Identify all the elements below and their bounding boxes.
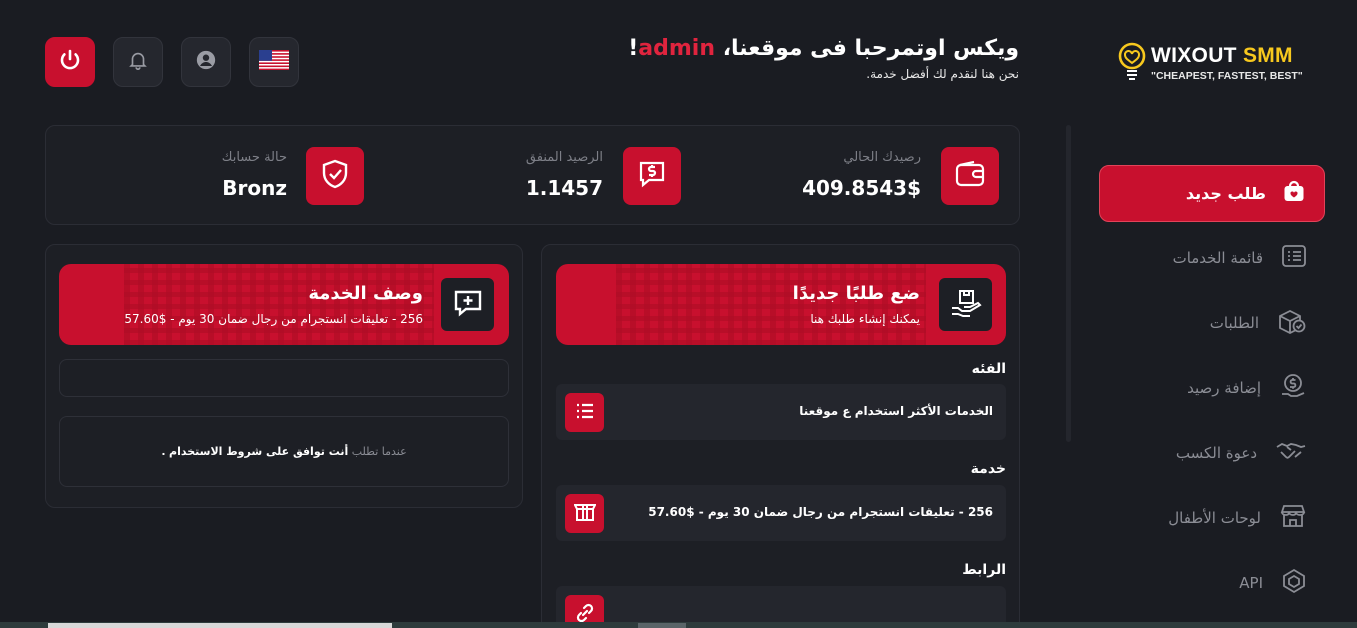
api-icon [1281, 568, 1307, 598]
sidebar-item-child-panels[interactable]: لوحات الأطفال [1168, 503, 1307, 533]
sidebar-item-orders[interactable]: الطلبات [1210, 308, 1307, 338]
balance-stat-icon [941, 147, 999, 205]
service-icon-box [565, 494, 604, 533]
sidebar-item-label: لوحات الأطفال [1168, 509, 1261, 527]
sidebar-item-label: دعوة الكسب [1175, 444, 1257, 462]
service-value: 256 - تعليقات انستجرام من رجال ضمان 30 ي… [648, 505, 993, 519]
terms-prefix: عندما تطلب [351, 445, 407, 458]
handshake-icon [1275, 439, 1307, 467]
user-icon [195, 49, 217, 75]
bell-icon [127, 49, 149, 75]
logo-name-part1: WIXOUT [1151, 44, 1237, 67]
greeting-prefix: ويكس اوتمرحبا فى موقعنا، [722, 36, 1019, 61]
account-stats-card: رصيدك الحالي 409.8543$ الرصيد المنفق 1.1… [45, 125, 1020, 225]
sidebar-item-services[interactable]: قائمة الخدمات [1173, 243, 1307, 273]
sidebar-item-label: إضافة رصيد [1187, 379, 1261, 397]
service-select[interactable]: 256 - تعليقات انستجرام من رجال ضمان 30 ي… [556, 485, 1006, 541]
new-order-banner: ضع طلبًا جديدًا يمكنك إنشاء طلبك هنا [556, 264, 1006, 345]
logout-button[interactable] [45, 37, 95, 87]
link-label: الرابط [962, 562, 1006, 578]
spent-value: 1.1457 [525, 176, 603, 200]
category-label: الفئه [971, 361, 1006, 377]
sidebar-item-label: طلب جديد [1185, 184, 1266, 203]
sidebar-item-referral[interactable]: دعوة الكسب [1176, 438, 1307, 468]
sidebar-item-label: API [1239, 574, 1263, 592]
spent-label: الرصيد المنفق [525, 150, 603, 165]
terms-link[interactable]: أنت توافق على شروط الاستخدام [169, 445, 348, 458]
shield-check-icon [320, 158, 350, 194]
description-title: وصف الخدمة [308, 283, 423, 304]
hand-box-icon [950, 288, 982, 322]
us-flag-icon [259, 50, 289, 74]
logo-name: WIXOUT SMM [1151, 44, 1293, 68]
description-subtitle: 256 - تعليقات انستجرام من رجال ضمان 30 ي… [124, 312, 423, 326]
sidebar-item-label: قائمة الخدمات [1172, 249, 1263, 267]
sidebar-item-label: الطلبات [1209, 314, 1259, 332]
balance-value: 409.8543$ [802, 176, 921, 200]
logo-name-part2: SMM [1242, 44, 1293, 67]
balance-label: رصيدك الحالي [843, 150, 921, 165]
box-check-icon [1277, 308, 1307, 338]
status-stat-icon [306, 147, 364, 205]
new-order-banner-icon [939, 278, 992, 331]
spent-stat-icon [623, 147, 681, 205]
bulb-heart-icon [1118, 42, 1146, 86]
list-icon [575, 402, 595, 424]
sidebar-scrollbar[interactable] [1066, 125, 1071, 442]
list-icon [1281, 244, 1307, 272]
status-label: حالة حسابك [221, 150, 287, 165]
description-banner: وصف الخدمة 256 - تعليقات انستجرام من رجا… [59, 264, 509, 345]
terms-box: عندما تطلب أنت توافق على شروط الاستخدام … [59, 416, 509, 487]
sidebar-item-api[interactable]: API [1239, 568, 1307, 598]
site-logo[interactable]: WIXOUT SMM "CHEAPEST, FASTEST, BEST" [1118, 42, 1308, 86]
category-icon-box [565, 393, 604, 432]
logo-tagline: "CHEAPEST, FASTEST, BEST" [1151, 70, 1303, 82]
new-order-subtitle: يمكنك إنشاء طلبك هنا [810, 312, 920, 326]
dollar-chat-icon [637, 159, 667, 193]
horizontal-scrollbar-thumb[interactable] [48, 623, 392, 628]
open-box-icon [572, 502, 597, 526]
new-order-title: ضع طلبًا جديدًا [792, 283, 920, 304]
description-content-box [59, 359, 509, 397]
wallet-icon [955, 160, 985, 192]
status-value: Bronz [222, 176, 287, 200]
notifications-button[interactable] [113, 37, 163, 87]
language-button[interactable] [249, 37, 299, 87]
power-icon [58, 48, 82, 76]
sidebar-item-new-order[interactable]: طلب جديد [1099, 165, 1325, 222]
greeting-username: admin [638, 36, 716, 61]
greeting-suffix: ! [628, 36, 639, 61]
terms-suffix: . [161, 445, 166, 458]
terms-text: عندما تطلب أنت توافق على شروط الاستخدام … [60, 445, 508, 458]
description-banner-icon [441, 278, 494, 331]
welcome-title: ويكس اوتمرحبا فى موقعنا، admin! [628, 36, 1019, 61]
money-icon [1279, 372, 1307, 404]
profile-button[interactable] [181, 37, 231, 87]
welcome-block: ويكس اوتمرحبا فى موقعنا، admin! نحن هنا … [628, 36, 1019, 81]
category-select[interactable]: الخدمات الأكثر استخدام ع موقعنا [556, 384, 1006, 440]
service-label: خدمة [970, 461, 1006, 477]
welcome-subtitle: نحن هنا لنقدم لك أفضل خدمة. [866, 67, 1019, 81]
store-icon [1279, 503, 1307, 533]
category-value: الخدمات الأكثر استخدام ع موقعنا [799, 404, 993, 418]
chat-plus-icon [453, 288, 483, 322]
cart-icon [1282, 180, 1306, 208]
horizontal-scrollbar-segment [638, 623, 686, 628]
sidebar-item-add-funds[interactable]: إضافة رصيد [1187, 373, 1307, 403]
